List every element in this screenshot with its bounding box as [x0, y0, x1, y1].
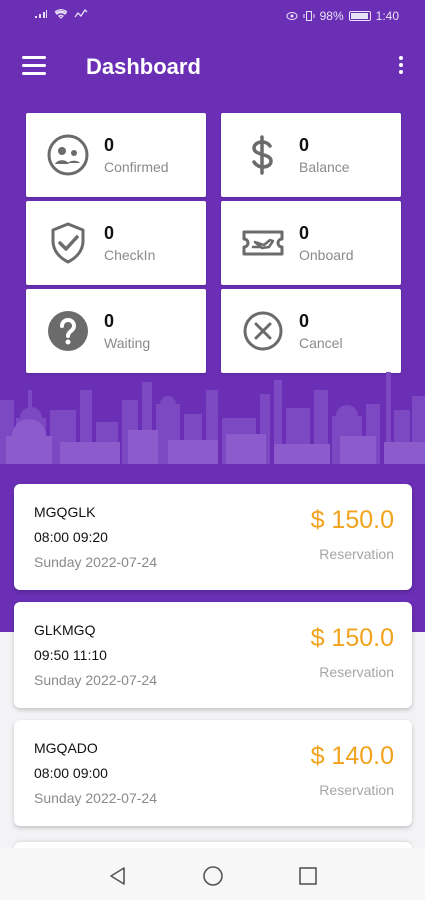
- stat-tile-balance[interactable]: 0 Balance: [221, 113, 401, 197]
- stat-tile-checkin[interactable]: 0 CheckIn: [26, 201, 206, 285]
- route-code: GLKMGQ: [34, 622, 96, 638]
- route-code: MGQADO: [34, 740, 98, 756]
- stat-tile-onboard[interactable]: 0 Onboard: [221, 201, 401, 285]
- booking-type: Reservation: [319, 546, 394, 562]
- hamburger-menu-icon[interactable]: [22, 56, 46, 76]
- city-skyline-illustration: [0, 372, 425, 464]
- clock: 1:40: [375, 9, 399, 23]
- stat-count: 0: [104, 135, 115, 155]
- stat-label: Confirmed: [104, 159, 169, 175]
- shield-check-icon: [51, 222, 85, 264]
- data-activity-icon: [74, 9, 88, 18]
- stat-tile-confirmed[interactable]: 0 Confirmed: [26, 113, 206, 197]
- person-smile-icon: [47, 134, 89, 176]
- wifi-icon: [54, 9, 68, 19]
- departure-arrival-time: 08:00 09:20: [34, 529, 108, 545]
- boarding-ticket-icon: [242, 230, 284, 256]
- more-options-icon[interactable]: [397, 56, 405, 78]
- reservation-card[interactable]: GLKMGQ 09:50 11:10 Sunday 2022-07-24 $ 1…: [14, 602, 412, 708]
- booking-type: Reservation: [319, 782, 394, 798]
- question-circle-icon: [48, 311, 88, 351]
- travel-date: Sunday 2022-07-24: [34, 790, 157, 806]
- dollar-icon: [252, 135, 273, 175]
- status-right: 98% 1:40: [286, 9, 399, 23]
- eye-icon: [286, 12, 298, 20]
- price: $ 150.0: [310, 624, 394, 652]
- price: $ 150.0: [310, 506, 394, 534]
- stat-count: 0: [104, 311, 115, 331]
- stat-count: 0: [104, 223, 115, 243]
- travel-date: Sunday 2022-07-24: [34, 672, 157, 688]
- battery-percent: 98%: [319, 9, 344, 23]
- stat-count: 0: [299, 223, 310, 243]
- reservation-card[interactable]: MGQGLK 08:00 09:20 Sunday 2022-07-24 $ 1…: [14, 484, 412, 590]
- status-bar: 98% 1:40: [0, 0, 425, 34]
- booking-type: Reservation: [319, 664, 394, 680]
- stat-label: Onboard: [299, 247, 354, 263]
- battery-icon: [348, 11, 371, 21]
- status-left: [34, 9, 88, 19]
- stat-count: 0: [299, 311, 310, 331]
- stat-label: Balance: [299, 159, 350, 175]
- back-triangle-icon[interactable]: [106, 864, 130, 888]
- signal-icon: [35, 10, 47, 18]
- stat-count: 0: [299, 135, 310, 155]
- stat-label: Cancel: [299, 335, 343, 351]
- home-circle-icon[interactable]: [201, 864, 225, 888]
- route-code: MGQGLK: [34, 504, 96, 520]
- system-navigation-bar: [0, 848, 425, 900]
- stat-label: Waiting: [104, 335, 151, 351]
- departure-arrival-time: 09:50 11:10: [34, 647, 107, 663]
- recents-square-icon[interactable]: [296, 864, 320, 888]
- cancel-circle-icon: [243, 311, 283, 351]
- price: $ 140.0: [310, 742, 394, 770]
- stat-label: CheckIn: [104, 247, 156, 263]
- departure-arrival-time: 08:00 09:00: [34, 765, 108, 781]
- page-title: Dashboard: [86, 54, 201, 79]
- app-bar: Dashboard: [0, 34, 425, 100]
- reservation-card[interactable]: MGQADO 08:00 09:00 Sunday 2022-07-24 $ 1…: [14, 720, 412, 826]
- vibrate-icon: [303, 11, 315, 21]
- travel-date: Sunday 2022-07-24: [34, 554, 157, 570]
